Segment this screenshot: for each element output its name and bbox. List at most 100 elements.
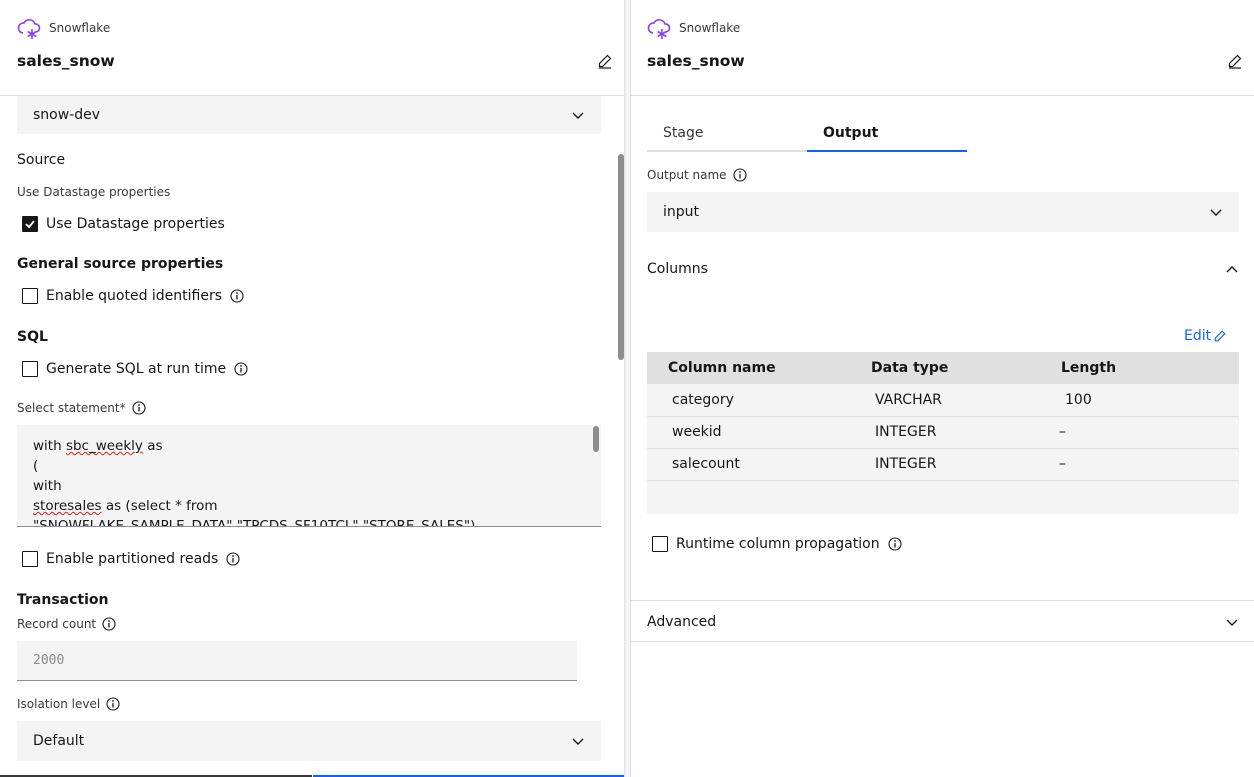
tab-list: Stage Output <box>647 116 967 152</box>
runtime-propagation-row[interactable]: Runtime column propagation <box>652 536 902 552</box>
generate-sql-label: Generate SQL at run time <box>46 361 227 377</box>
quoted-identifiers-label: Enable quoted identifiers <box>46 288 223 304</box>
record-count-label: Record count <box>17 617 97 631</box>
sql-misspelled-word: storesales <box>33 498 102 514</box>
tab-output[interactable]: Output <box>807 116 967 152</box>
header-divider <box>631 95 1254 96</box>
record-count-label-row: Record count <box>17 617 116 631</box>
isolation-level-label: Isolation level <box>17 697 101 711</box>
left-panel: Snowflake sales_snow snow-dev Source Use… <box>0 0 624 777</box>
isolation-level-value: Default <box>33 733 85 749</box>
info-icon[interactable] <box>234 362 248 376</box>
table-cell: – <box>1040 416 1239 449</box>
chevron-up-icon <box>1226 266 1238 273</box>
runtime-propagation-label: Runtime column propagation <box>676 536 880 552</box>
output-name-dropdown[interactable]: input <box>647 192 1239 232</box>
info-icon[interactable] <box>230 289 244 303</box>
table-cell: weekid <box>647 416 850 449</box>
table-cell: INTEGER <box>850 416 1040 449</box>
generate-sql-checkbox[interactable] <box>22 361 38 377</box>
pencil-icon[interactable] <box>597 53 613 73</box>
info-icon[interactable] <box>106 697 120 711</box>
snowflake-cloud-icon <box>17 16 41 40</box>
output-name-label-row: Output name <box>647 168 747 182</box>
sql-heading: SQL <box>17 329 48 345</box>
columns-table-wrapper: Column name Data type Length category VA… <box>647 352 1239 514</box>
info-icon[interactable] <box>226 552 240 566</box>
use-ds-checkbox-label: Use Datastage properties <box>46 216 225 232</box>
tab-stage[interactable]: Stage <box>647 116 807 152</box>
connection-dropdown[interactable]: snow-dev <box>17 96 601 134</box>
partitioned-reads-row[interactable]: Enable partitioned reads <box>22 551 240 567</box>
table-footer <box>647 480 1239 514</box>
page-title: sales_snow <box>647 52 745 70</box>
table-cell: 100 <box>1040 384 1239 417</box>
edit-label: Edit <box>1184 328 1212 344</box>
table-header-row: Column name Data type Length <box>647 352 1239 384</box>
panel-divider[interactable] <box>624 0 631 777</box>
table-row[interactable]: category VARCHAR 100 <box>647 384 1239 417</box>
brand-label: Snowflake <box>679 21 741 35</box>
column-header-type[interactable]: Data type <box>850 352 1040 384</box>
quoted-identifiers-checkbox[interactable] <box>22 288 38 304</box>
quoted-identifiers-row[interactable]: Enable quoted identifiers <box>22 288 244 304</box>
runtime-propagation-checkbox[interactable] <box>652 536 668 552</box>
columns-accordion-header[interactable]: Columns <box>647 260 1239 278</box>
table-row[interactable]: salecount INTEGER – <box>647 448 1239 481</box>
right-panel: Snowflake sales_snow Stage Output Output… <box>631 0 1254 777</box>
use-ds-checkbox[interactable] <box>22 216 38 232</box>
column-header-name[interactable]: Column name <box>647 352 850 384</box>
sql-text: with <box>33 478 62 494</box>
sql-misspelled-word: sbc_weekly <box>65 438 143 454</box>
columns-table: Column name Data type Length category VA… <box>647 352 1239 481</box>
page-title: sales_snow <box>17 52 115 70</box>
isolation-level-label-row: Isolation level <box>17 697 120 711</box>
use-ds-checkbox-row[interactable]: Use Datastage properties <box>22 216 225 232</box>
transaction-heading: Transaction <box>17 592 109 608</box>
table-row[interactable]: weekid INTEGER – <box>647 416 1239 449</box>
info-icon[interactable] <box>732 168 747 182</box>
edit-columns-link[interactable]: Edit <box>1184 328 1227 344</box>
table-cell: INTEGER <box>850 448 1040 481</box>
info-icon[interactable] <box>102 617 116 631</box>
table-cell: category <box>647 384 850 417</box>
table-cell: – <box>1040 448 1239 481</box>
partitioned-reads-checkbox[interactable] <box>22 551 38 567</box>
sql-text: as <box>142 438 163 454</box>
pencil-icon[interactable] <box>1227 53 1243 73</box>
brand-header: Snowflake <box>647 16 740 40</box>
sql-line: storesales as (select * from <box>33 496 585 516</box>
sql-lines: with sbc_weekly as ( with storesales as (se… <box>33 436 585 527</box>
sql-text: "SNOWFLAKE_SAMPLE_DATA"."TPCDS_SF10TCL".… <box>33 518 476 527</box>
partitioned-reads-label: Enable partitioned reads <box>46 551 219 567</box>
output-name-label: Output name <box>647 168 727 182</box>
column-header-length[interactable]: Length <box>1040 352 1239 384</box>
sql-line: "SNOWFLAKE_SAMPLE_DATA"."TPCDS_SF10TCL".… <box>33 516 585 527</box>
select-statement-label-row: Select statement* <box>17 401 146 415</box>
advanced-heading: Advanced <box>647 614 717 630</box>
chevron-down-icon <box>572 738 584 745</box>
sql-text: ( <box>33 458 39 474</box>
chevron-down-icon <box>1210 209 1222 216</box>
generate-sql-row[interactable]: Generate SQL at run time <box>22 361 248 377</box>
advanced-divider-bottom <box>631 641 1254 642</box>
advanced-accordion-header[interactable]: Advanced <box>647 613 1239 631</box>
record-count-input[interactable]: 2000 <box>17 641 577 681</box>
textarea-scrollbar[interactable] <box>593 426 599 452</box>
advanced-divider-top <box>631 600 1254 601</box>
sql-text: as (select * from <box>101 498 218 514</box>
snowflake-cloud-icon <box>647 16 671 40</box>
info-icon[interactable] <box>132 401 146 415</box>
general-source-heading: General source properties <box>17 256 224 272</box>
select-statement-textarea[interactable]: with sbc_weekly as ( with storesales as (se… <box>17 425 601 527</box>
brand-header: Snowflake <box>17 16 110 40</box>
isolation-level-dropdown[interactable]: Default <box>17 721 601 761</box>
connection-value: snow-dev <box>33 107 101 123</box>
columns-heading: Columns <box>647 261 708 277</box>
sql-line: ( <box>33 456 585 476</box>
record-count-value: 2000 <box>33 653 65 668</box>
sql-line: with <box>33 476 585 496</box>
select-statement-label: Select statement* <box>17 401 126 415</box>
info-icon[interactable] <box>888 537 902 551</box>
sql-text: with <box>33 438 66 454</box>
